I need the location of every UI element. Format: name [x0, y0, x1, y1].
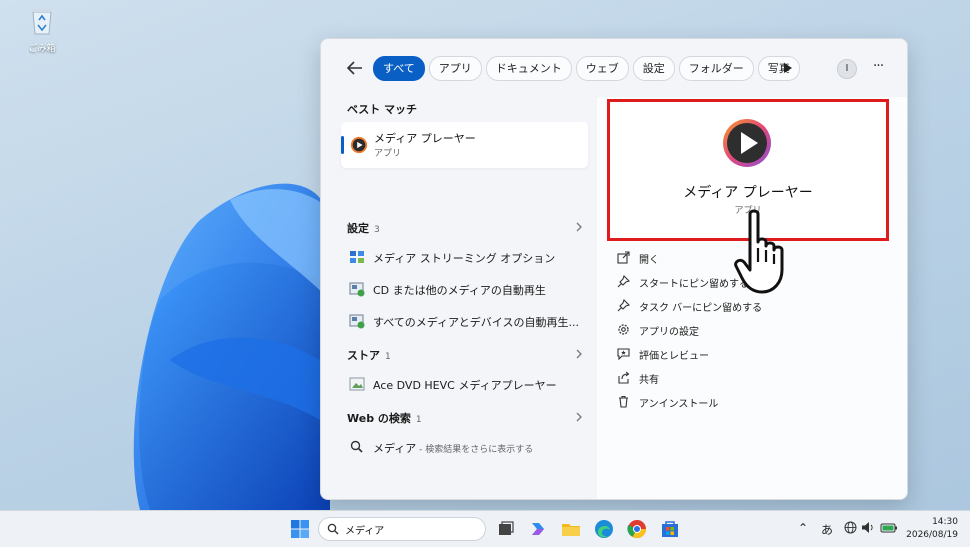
chevron-right-icon[interactable] [575, 222, 583, 232]
action-rate-review[interactable]: 評価とレビュー [617, 345, 877, 363]
web-search-heading[interactable]: Web の検索 1 [347, 410, 422, 426]
hand-pointer-cursor-icon [734, 209, 784, 294]
tab-web[interactable]: ウェブ [575, 56, 629, 81]
list-item[interactable]: メディア ストリーミング オプション [349, 247, 589, 267]
rate-review-icon [617, 348, 630, 360]
best-match-heading: ベスト マッチ [347, 103, 418, 116]
chevron-right-icon[interactable] [575, 412, 583, 422]
more-tabs-arrow-icon[interactable] [783, 62, 793, 74]
action-label: スタートにピン留めする [639, 279, 749, 290]
best-match-name: メディア プレーヤー [374, 132, 476, 145]
system-clock[interactable]: 14:30 2026/08/19 [902, 516, 958, 542]
list-item-label: CD または他のメディアの自動再生 [373, 284, 546, 297]
media-player-icon [723, 119, 771, 167]
list-item[interactable]: Ace DVD HEVC メディアプレーヤー [349, 374, 589, 394]
list-item[interactable]: CD または他のメディアの自動再生 [349, 279, 589, 299]
autoplay-icon [349, 314, 365, 329]
selection-indicator [341, 136, 344, 154]
chevron-right-icon[interactable] [575, 349, 583, 359]
store-heading[interactable]: ストア 1 [347, 347, 391, 363]
clock-time: 14:30 [932, 517, 958, 527]
battery-plugged-icon[interactable] [880, 521, 898, 534]
store-count: 1 [385, 352, 391, 362]
share-icon [618, 371, 630, 384]
store-heading-label: ストア [347, 349, 380, 362]
network-globe-icon[interactable] [844, 521, 857, 534]
action-label: タスク バーにピン留めする [639, 303, 763, 314]
gear-icon [618, 324, 629, 335]
action-label: 共有 [639, 375, 659, 386]
task-view-icon[interactable] [496, 519, 516, 539]
list-item-label: メディア - 検索結果をさらに表示する [373, 440, 533, 456]
web-search-count: 1 [415, 415, 422, 425]
best-match-type: アプリ [374, 149, 402, 159]
back-arrow-icon[interactable] [345, 59, 365, 77]
tab-photos[interactable]: 写真 [757, 56, 800, 81]
action-label: アプリの設定 [639, 327, 699, 338]
ime-indicator[interactable]: あ [821, 521, 833, 538]
action-label: アンインストール [639, 399, 719, 410]
action-app-settings[interactable]: アプリの設定 [617, 321, 877, 339]
action-label: 評価とレビュー [639, 351, 709, 362]
list-item-label: すべてのメディアとデバイスの自動再生... [373, 316, 579, 329]
action-uninstall[interactable]: アンインストール [617, 393, 877, 411]
tab-apps[interactable]: アプリ [428, 56, 482, 81]
preview-app-name: メディア プレーヤー [683, 185, 813, 201]
action-share[interactable]: 共有 [617, 369, 877, 387]
web-hint: - 検索結果をさらに表示する [416, 445, 534, 455]
web-search-heading-label: Web の検索 [347, 412, 411, 425]
taskbar-search-box[interactable] [318, 517, 486, 541]
volume-icon[interactable] [861, 521, 875, 534]
trash-icon [619, 395, 628, 408]
open-external-icon [617, 251, 630, 264]
chrome-browser-icon[interactable] [627, 519, 647, 539]
tab-folders[interactable]: フォルダー [678, 56, 754, 81]
autoplay-icon [349, 282, 365, 297]
store-app-icon [349, 377, 365, 391]
action-pin-taskbar[interactable]: タスク バーにピン留めする [617, 297, 877, 315]
pin-icon [617, 275, 630, 288]
edge-browser-icon[interactable] [594, 519, 614, 539]
file-explorer-icon[interactable] [561, 519, 581, 539]
settings-heading-label: 設定 [347, 222, 369, 235]
windows-start-icon[interactable] [290, 519, 310, 539]
list-item[interactable]: すべてのメディアとデバイスの自動再生... [349, 311, 589, 331]
search-icon [350, 440, 363, 453]
list-item-label: Ace DVD HEVC メディアプレーヤー [373, 379, 557, 392]
settings-count: 3 [374, 225, 380, 235]
action-label: 開く [639, 255, 659, 266]
recycle-bin-label: ごみ箱 [28, 44, 56, 54]
list-item[interactable]: メディア - 検索結果をさらに表示する [349, 437, 589, 457]
taskbar-search-input[interactable] [343, 520, 477, 538]
settings-heading[interactable]: 設定 3 [347, 220, 380, 236]
store-icon[interactable] [660, 519, 680, 539]
pin-icon [617, 299, 630, 312]
clock-date: 2026/08/19 [906, 530, 958, 540]
recycle-bin-icon [32, 9, 52, 35]
list-item-label: メディア ストリーミング オプション [373, 252, 556, 265]
web-query: メディア [373, 442, 417, 455]
copilot-icon[interactable] [528, 519, 548, 539]
result-preview-pane: メディア プレーヤー アプリ 開く スタートにピン留めする タスク バーにピン留… [597, 97, 907, 499]
taskbar: ⌃ あ 14:30 2026/08/19 [0, 510, 970, 547]
tab-all[interactable]: すべて [373, 56, 425, 81]
more-options-button[interactable]: ··· [869, 59, 887, 77]
search-results-list: ベスト マッチ メディア プレーヤー アプリ 設定 3 メディア ストリーミング … [321, 97, 597, 499]
recycle-bin[interactable]: ごみ箱 [22, 6, 62, 54]
search-icon [327, 523, 339, 535]
best-match-result[interactable]: メディア プレーヤー アプリ [341, 122, 588, 168]
media-streaming-icon [350, 251, 364, 263]
show-hidden-icons-chevron-up-icon[interactable]: ⌃ [798, 521, 808, 535]
account-button[interactable]: I [837, 59, 857, 79]
tab-documents[interactable]: ドキュメント [485, 56, 572, 81]
search-toolbar: すべて アプリ ドキュメント ウェブ 設定 フォルダー 写真 I ··· [321, 39, 907, 97]
tab-settings[interactable]: 設定 [632, 56, 675, 81]
media-player-icon [350, 136, 368, 154]
search-panel: すべて アプリ ドキュメント ウェブ 設定 フォルダー 写真 I ··· ベスト… [320, 38, 908, 500]
filter-tabs: すべて アプリ ドキュメント ウェブ 設定 フォルダー 写真 [373, 56, 800, 81]
